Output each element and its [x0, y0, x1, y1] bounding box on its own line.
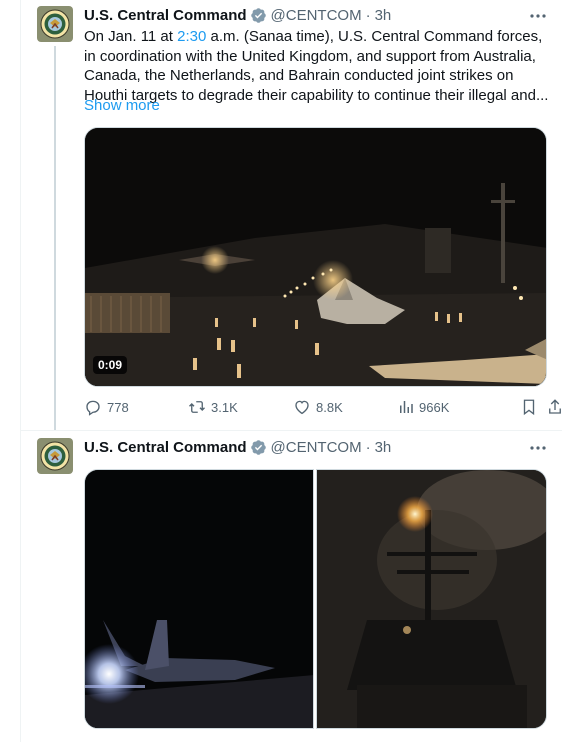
- video-thumbnail: [85, 128, 546, 386]
- tweet-actions: 778 3.1K 8.8K 966K: [84, 397, 561, 417]
- share-button[interactable]: [547, 397, 562, 417]
- reply-button[interactable]: 778: [84, 397, 129, 417]
- tweet-text-part: On Jan. 11 at: [84, 28, 178, 45]
- timestamp[interactable]: 3h: [375, 7, 392, 24]
- bookmark-icon: [523, 399, 535, 416]
- separator-dot: ·: [365, 6, 371, 24]
- views-icon: [400, 401, 413, 413]
- repost-button[interactable]: 3.1K: [188, 397, 238, 417]
- author-name[interactable]: U.S. Central Command: [84, 439, 247, 456]
- jet-launch-image: [85, 470, 313, 728]
- timestamp[interactable]: 3h: [375, 439, 392, 456]
- time-link[interactable]: 2:30: [177, 28, 206, 45]
- views-button[interactable]: 966K: [398, 397, 449, 417]
- more-options-icon[interactable]: [529, 439, 547, 457]
- photo-ship-missile-launch[interactable]: [316, 469, 547, 729]
- views-count: 966K: [419, 399, 450, 415]
- separator-dot: ·: [365, 438, 371, 456]
- more-options-icon[interactable]: [529, 7, 547, 25]
- centcom-seal-icon: [40, 441, 70, 471]
- tweet-header: U.S. Central Command @CENTCOM · 3h: [84, 437, 391, 457]
- repost-count: 3.1K: [211, 399, 238, 415]
- reply-count: 778: [107, 399, 129, 415]
- photo-jet-launch[interactable]: [84, 469, 314, 729]
- thread-connector-line: [54, 46, 56, 430]
- like-icon: [295, 400, 309, 415]
- tweet-header: U.S. Central Command @CENTCOM · 3h: [84, 5, 391, 25]
- author-name[interactable]: U.S. Central Command: [84, 7, 247, 24]
- ship-launch-image: [317, 470, 546, 728]
- verified-badge-icon: [250, 439, 267, 456]
- centcom-seal-icon: [40, 9, 70, 39]
- tweet[interactable]: U.S. Central Command @CENTCOM · 3h: [21, 431, 562, 742]
- tweet[interactable]: U.S. Central Command @CENTCOM · 3h On Ja…: [21, 0, 562, 431]
- video-duration: 0:09: [93, 356, 128, 374]
- show-more-link[interactable]: Show more: [84, 97, 160, 114]
- share-icon: [549, 399, 561, 414]
- like-count: 8.8K: [316, 399, 343, 415]
- avatar[interactable]: [37, 438, 73, 474]
- reply-icon: [86, 400, 100, 416]
- author-handle[interactable]: @CENTCOM: [271, 439, 362, 456]
- author-handle[interactable]: @CENTCOM: [271, 7, 362, 24]
- tweet-text: On Jan. 11 at 2:30 a.m. (Sanaa time), U.…: [84, 27, 549, 105]
- avatar[interactable]: [37, 6, 73, 42]
- like-button[interactable]: 8.8K: [293, 397, 343, 417]
- repost-icon: [189, 401, 205, 413]
- timeline: U.S. Central Command @CENTCOM · 3h On Ja…: [20, 0, 562, 742]
- verified-badge-icon: [250, 7, 267, 24]
- video-player[interactable]: 0:09: [84, 127, 547, 387]
- bookmark-button[interactable]: [521, 397, 542, 417]
